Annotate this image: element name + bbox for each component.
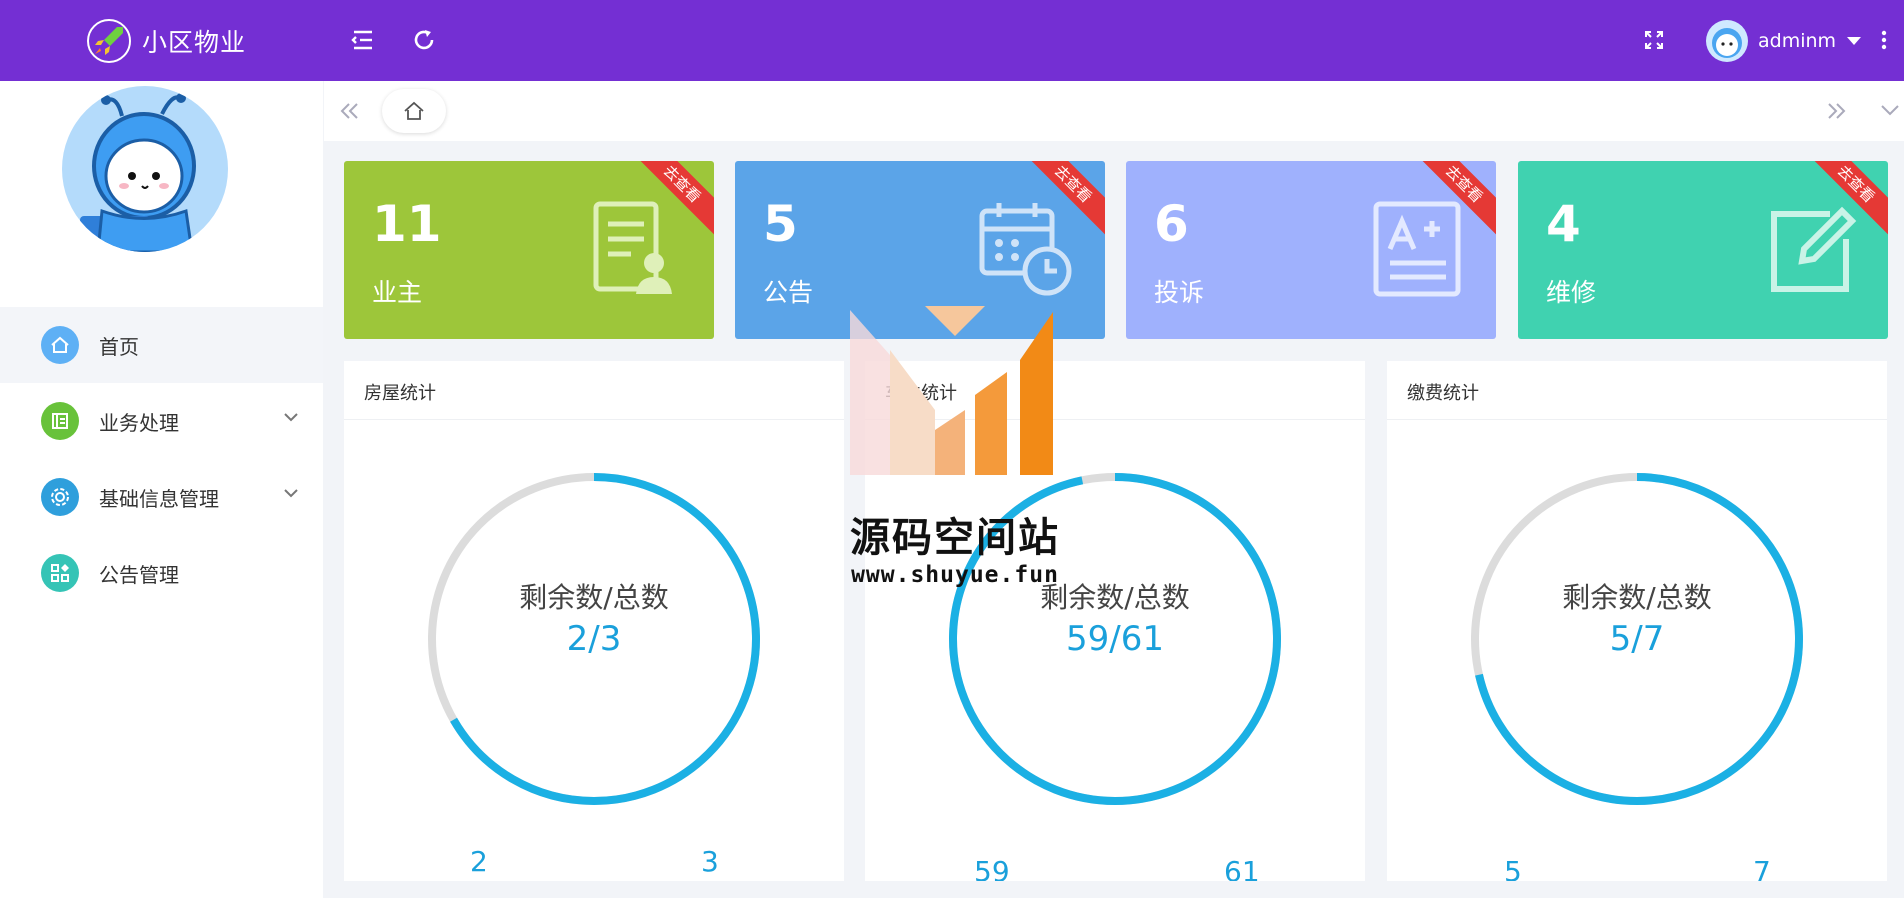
- chevron-down-icon: [284, 489, 298, 498]
- ring-value: 59/61: [1066, 619, 1164, 659]
- sidebar: 首页 业务处理 基础信息管理 公告管理: [0, 81, 323, 898]
- edit-icon: [1771, 206, 1857, 292]
- fullscreen-icon[interactable]: [1640, 26, 1668, 54]
- panel-title: 房屋统计: [344, 361, 844, 420]
- home-icon: [404, 101, 424, 120]
- legend-remaining: 2: [470, 845, 488, 878]
- sidebar-item-label: 业务处理: [99, 410, 179, 435]
- sidebar-item-notice[interactable]: 公告管理: [0, 535, 323, 611]
- ring-value: 2/3: [566, 619, 622, 659]
- sidebar-item-business[interactable]: 业务处理: [0, 383, 323, 459]
- chevron-down-icon: [284, 413, 298, 422]
- legend-remaining: 5: [1504, 855, 1522, 881]
- app-name: 小区物业: [142, 28, 247, 57]
- panel-payment-stats: 缴费统计 剩余数/总数 5/7 5 7: [1387, 361, 1887, 881]
- profile-avatar: [62, 86, 228, 252]
- panel-title: 缴费统计: [1387, 361, 1887, 420]
- caret-down-icon: [1847, 37, 1862, 45]
- card-complaints[interactable]: 6 投诉 去查看: [1126, 161, 1496, 339]
- scroll-left-icon[interactable]: [340, 103, 360, 119]
- scroll-right-icon[interactable]: [1826, 103, 1846, 119]
- tabs-bar: [324, 81, 1904, 141]
- legend-total: 61: [1224, 855, 1260, 881]
- collapse-menu-icon[interactable]: [348, 26, 376, 54]
- rocket-logo-icon: [87, 19, 131, 63]
- user-avatar: [1706, 20, 1748, 62]
- legend-remaining: 59: [974, 855, 1010, 881]
- ring-chart: 剩余数/总数 5/7: [1469, 471, 1805, 807]
- sidebar-item-home[interactable]: 首页: [0, 307, 323, 383]
- top-header: 小区物业 adminm: [0, 0, 1904, 81]
- calendar-clock-icon: [979, 203, 1072, 296]
- card-value: 4: [1546, 195, 1581, 253]
- tab-home[interactable]: [382, 89, 446, 133]
- username: adminm: [1758, 30, 1837, 52]
- card-repairs[interactable]: 4 维修 去查看: [1518, 161, 1888, 339]
- panel-title: 车位统计: [865, 361, 1365, 420]
- panel-house-stats: 房屋统计 剩余数/总数 2/3 2 3: [344, 361, 844, 881]
- ring-value: 5/7: [1609, 619, 1665, 659]
- gear-icon: [41, 478, 79, 516]
- tabs-dropdown-icon[interactable]: [1881, 105, 1899, 116]
- owner-document-icon: [593, 201, 672, 294]
- sidebar-item-label: 首页: [99, 334, 139, 359]
- ring-chart: 剩余数/总数 2/3: [426, 471, 762, 807]
- sidebar-item-basic-info[interactable]: 基础信息管理: [0, 459, 323, 535]
- card-notices[interactable]: 5 公告 去查看: [735, 161, 1105, 339]
- card-value: 6: [1154, 195, 1189, 253]
- card-label: 业主: [372, 278, 423, 307]
- more-vertical-icon[interactable]: [1874, 26, 1894, 54]
- card-value: 11: [372, 195, 442, 253]
- sidebar-menu: 首页 业务处理 基础信息管理 公告管理: [0, 307, 323, 611]
- card-value: 5: [763, 195, 798, 253]
- legend-total: 7: [1753, 855, 1771, 881]
- refresh-icon[interactable]: [410, 26, 438, 54]
- home-icon: [41, 326, 79, 364]
- ring-chart: 剩余数/总数 59/61: [947, 471, 1283, 807]
- card-label: 公告: [763, 278, 814, 307]
- card-label: 维修: [1546, 278, 1597, 307]
- card-owners[interactable]: 11 业主 去查看: [344, 161, 714, 339]
- grade-document-icon: [1373, 201, 1461, 297]
- panel-parking-stats: 车位统计 剩余数/总数 59/61 59 61: [865, 361, 1365, 881]
- grid-icon: [41, 554, 79, 592]
- sidebar-item-label: 公告管理: [99, 562, 179, 587]
- ring-label: 剩余数/总数: [519, 581, 669, 614]
- document-icon: [41, 402, 79, 440]
- ring-label: 剩余数/总数: [1040, 581, 1190, 614]
- user-menu[interactable]: adminm: [1706, 20, 1862, 62]
- ring-label: 剩余数/总数: [1562, 581, 1712, 614]
- card-label: 投诉: [1154, 278, 1205, 307]
- legend-total: 3: [701, 845, 719, 878]
- brand[interactable]: 小区物业: [86, 18, 246, 64]
- sidebar-item-label: 基础信息管理: [99, 486, 219, 511]
